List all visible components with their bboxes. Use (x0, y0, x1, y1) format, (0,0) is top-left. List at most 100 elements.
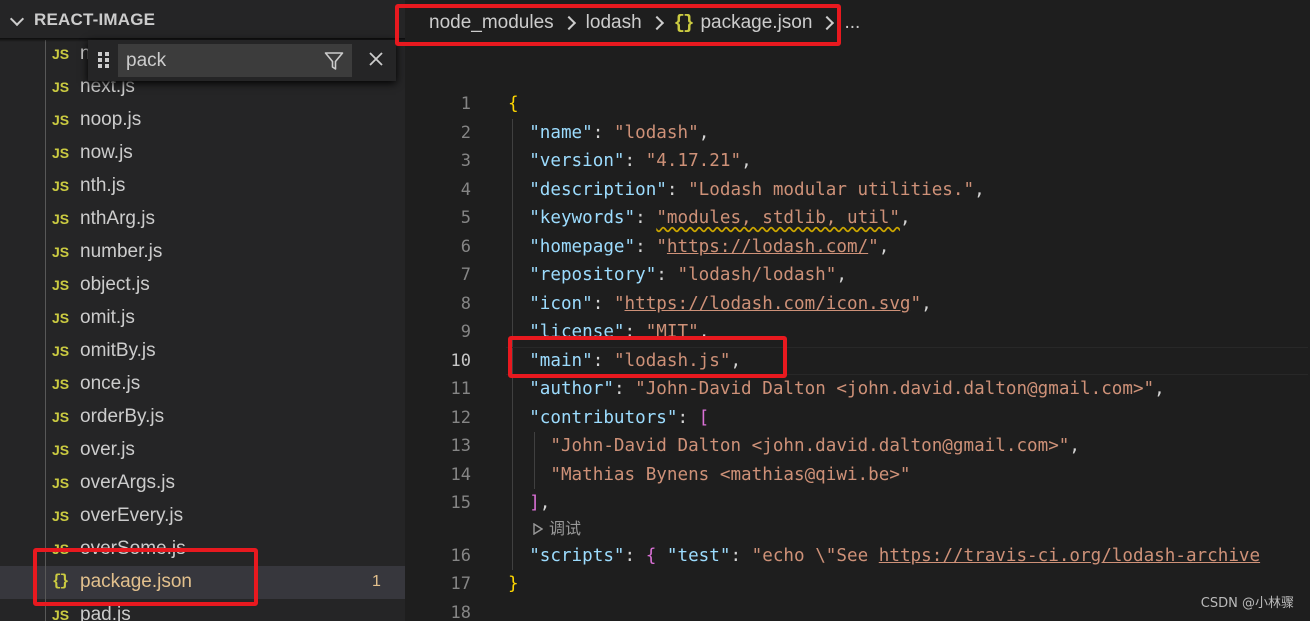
line-number: 7 (460, 265, 471, 285)
tree-item[interactable]: JS omit.js (0, 302, 405, 335)
tree-item-label: package.json (80, 571, 192, 592)
filter-icon[interactable] (324, 51, 344, 71)
tree-item-label: number.js (80, 241, 163, 262)
breadcrumb-more[interactable]: ... (844, 12, 860, 34)
line-number: 12 (450, 407, 471, 428)
indent-guide (45, 401, 46, 434)
tree-item-label: omitBy.js (80, 340, 156, 361)
line-number: 14 (450, 464, 471, 485)
filter-input[interactable] (118, 44, 352, 77)
code-line: "icon": "https://lodash.com/icon.svg", (508, 289, 1308, 318)
warning-squiggle: "modules, stdlib, util" (656, 208, 900, 228)
indent-guide (45, 467, 46, 500)
chevron-right-icon (649, 15, 664, 31)
code-line: ], (508, 489, 1308, 518)
indent-guide (45, 599, 46, 621)
tree-item[interactable]: JS pad.js (0, 599, 405, 621)
code-line: "name": "lodash", (508, 118, 1308, 147)
problem-count-badge: 1 (372, 573, 381, 590)
js-file-icon: JS (52, 79, 70, 95)
tree-item[interactable]: JS overArgs.js (0, 467, 405, 500)
chevron-right-icon (820, 15, 835, 31)
indent-guide (45, 533, 46, 566)
code-area[interactable]: { "name": "lodash", "version": "4.17.21"… (506, 90, 1308, 621)
homepage-link[interactable]: https://lodash.com/ (667, 237, 868, 257)
breadcrumb-item-lodash[interactable]: lodash (586, 12, 642, 34)
codelens-debug[interactable]: 调试 (508, 517, 1308, 542)
tree-item[interactable]: JS number.js (0, 236, 405, 269)
js-file-icon: JS (52, 475, 70, 491)
line-number: 3 (460, 151, 471, 171)
tree-item-label: now.js (80, 142, 133, 163)
js-file-icon: JS (52, 310, 70, 326)
breadcrumb: node_modules lodash {} package.json ... (429, 8, 860, 38)
chevron-down-icon[interactable] (0, 0, 34, 40)
line-number: 9 (460, 322, 471, 342)
line-number: 11 (450, 379, 471, 399)
tree-item[interactable]: JS once.js (0, 368, 405, 401)
tree-item[interactable]: JS nth.js (0, 170, 405, 203)
line-number: 17 (450, 574, 471, 594)
line-number: 2 (460, 122, 471, 143)
breadcrumb-item-package-json[interactable]: package.json (700, 12, 812, 34)
explorer-sidebar: JS n JS next.js JS noop.js JS now.js JS nth.js JS n… (0, 0, 405, 621)
indent-guide (45, 302, 46, 335)
tree-item[interactable]: JS orderBy.js (0, 401, 405, 434)
tree-item-label: orderBy.js (80, 406, 165, 427)
line-number: 6 (460, 236, 471, 257)
tree-item[interactable]: JS overSome.js (0, 533, 405, 566)
file-tree: JS n JS next.js JS noop.js JS now.js JS nth.js JS n… (0, 38, 405, 621)
js-file-icon: JS (52, 541, 70, 557)
chevron-right-icon (561, 15, 576, 31)
tree-item[interactable]: JS now.js (0, 137, 405, 170)
line-number-gutter: 1 2 3 4 5 6 7 8 9 10 11 12 13 14 15 16 17 18 (405, 90, 475, 621)
tree-item[interactable]: JS over.js (0, 434, 405, 467)
tree-item-label: once.js (80, 373, 141, 394)
tree-item-label: nthArg.js (80, 208, 155, 229)
js-file-icon: JS (52, 145, 70, 161)
indent-guide (45, 434, 46, 467)
tree-item[interactable]: JS noop.js (0, 104, 405, 137)
js-file-icon: JS (52, 409, 70, 425)
json-file-icon: {} (673, 12, 695, 34)
close-icon[interactable] (366, 49, 386, 69)
indent-guide (45, 104, 46, 137)
line-number: 8 (460, 293, 471, 314)
tree-item[interactable]: JS object.js (0, 269, 405, 302)
watermark: CSDN @小林骤 (1200, 596, 1294, 611)
tree-item[interactable]: JS overEvery.js (0, 500, 405, 533)
js-file-icon: JS (52, 211, 70, 227)
code-line: "author": "John-David Dalton <john.david… (508, 375, 1308, 404)
tree-item[interactable]: {} package.json 1 (0, 566, 405, 599)
indent-guide (45, 566, 46, 599)
code-line: } (508, 574, 519, 594)
code-line: "scripts": { "test": "echo \"See https:/… (508, 541, 1308, 570)
icon-link[interactable]: https://lodash.com/icon.svg (625, 294, 911, 314)
js-file-icon: JS (52, 244, 70, 260)
tree-item-label: overSome.js (80, 538, 186, 559)
indent-guide (45, 170, 46, 203)
js-file-icon: JS (52, 442, 70, 458)
line-number: 5 (460, 208, 471, 228)
line-number: 4 (460, 179, 471, 200)
explorer-header[interactable]: REACT-IMAGE (0, 0, 405, 40)
json-file-icon: {} (52, 572, 69, 590)
tree-filter-widget (88, 40, 396, 81)
drag-handle-icon[interactable] (98, 52, 110, 68)
indent-guide (45, 38, 46, 71)
indent-guide (45, 368, 46, 401)
js-file-icon: JS (52, 607, 70, 621)
tree-item[interactable]: JS nthArg.js (0, 203, 405, 236)
tree-item-label: pad.js (80, 604, 131, 621)
line-number: 1 (460, 94, 471, 114)
code-line: "version": "4.17.21", (508, 147, 1308, 176)
breadcrumb-item-node-modules[interactable]: node_modules (429, 12, 554, 34)
code-line: "Mathias Bynens <mathias@qiwi.be>" (508, 460, 1308, 489)
tree-item-label: overEvery.js (80, 505, 184, 526)
travis-link[interactable]: https://travis-ci.org/lodash-archive (879, 546, 1260, 566)
tree-item-label: noop.js (80, 109, 142, 130)
js-file-icon: JS (52, 508, 70, 524)
tree-item[interactable]: JS omitBy.js (0, 335, 405, 368)
code-line: "keywords": "modules, stdlib, util", (508, 204, 1308, 233)
